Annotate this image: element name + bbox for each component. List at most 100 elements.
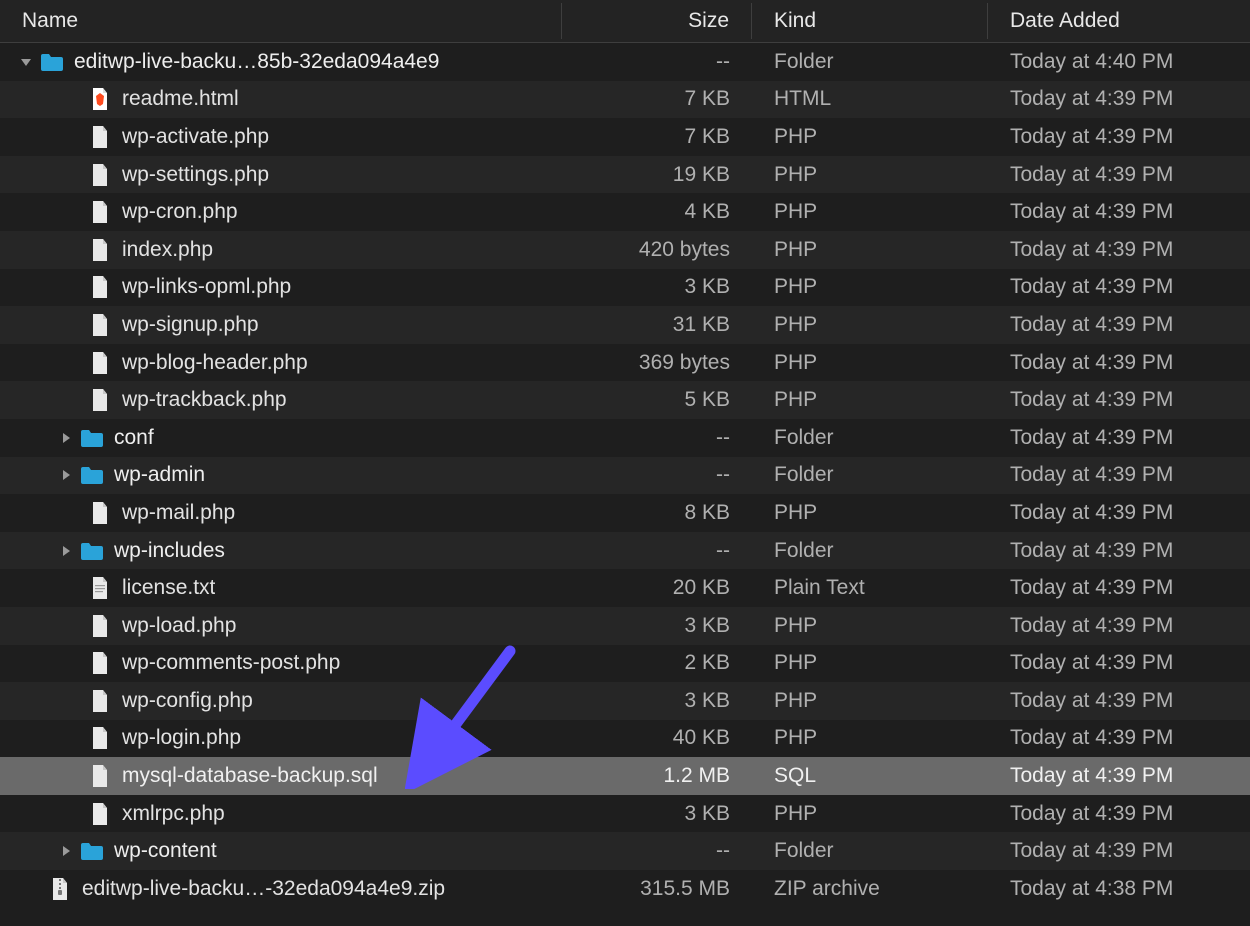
- file-kind: SQL: [752, 764, 988, 788]
- file-name: readme.html: [122, 87, 239, 111]
- file-name: wp-includes: [114, 539, 225, 563]
- column-header-row: Name Size Kind Date Added: [0, 0, 1250, 43]
- file-size: 31 KB: [562, 313, 752, 337]
- file-size: --: [562, 539, 752, 563]
- folder-icon: [80, 426, 104, 450]
- disclosure-open-icon[interactable]: [20, 56, 32, 68]
- file-size: 19 KB: [562, 163, 752, 187]
- file-icon: [88, 726, 112, 750]
- file-icon: [88, 802, 112, 826]
- table-row[interactable]: wp-login.php40 KBPHPToday at 4:39 PM: [0, 720, 1250, 758]
- column-header-name[interactable]: Name: [0, 3, 562, 39]
- folder-icon: [80, 839, 104, 863]
- table-row[interactable]: wp-cron.php4 KBPHPToday at 4:39 PM: [0, 193, 1250, 231]
- table-row[interactable]: index.php420 bytesPHPToday at 4:39 PM: [0, 231, 1250, 269]
- table-row[interactable]: wp-config.php3 KBPHPToday at 4:39 PM: [0, 682, 1250, 720]
- file-size: 2 KB: [562, 651, 752, 675]
- file-date: Today at 4:39 PM: [988, 726, 1250, 750]
- file-name: wp-config.php: [122, 689, 253, 713]
- file-icon: [88, 651, 112, 675]
- table-row[interactable]: mysql-database-backup.sql1.2 MBSQLToday …: [0, 757, 1250, 795]
- file-kind: PHP: [752, 689, 988, 713]
- file-kind: Plain Text: [752, 576, 988, 600]
- file-date: Today at 4:39 PM: [988, 238, 1250, 262]
- file-name: wp-settings.php: [122, 163, 269, 187]
- file-size: 7 KB: [562, 87, 752, 111]
- file-icon: [88, 163, 112, 187]
- file-icon: [88, 313, 112, 337]
- table-row[interactable]: wp-mail.php8 KBPHPToday at 4:39 PM: [0, 494, 1250, 532]
- file-name: editwp-live-backu…-32eda094a4e9.zip: [82, 877, 445, 901]
- file-date: Today at 4:39 PM: [988, 614, 1250, 638]
- file-date: Today at 4:39 PM: [988, 426, 1250, 450]
- table-row[interactable]: wp-settings.php19 KBPHPToday at 4:39 PM: [0, 156, 1250, 194]
- file-name: wp-mail.php: [122, 501, 235, 525]
- file-name: conf: [114, 426, 154, 450]
- column-header-date[interactable]: Date Added: [988, 3, 1250, 39]
- column-header-size[interactable]: Size: [562, 3, 752, 39]
- file-name: license.txt: [122, 576, 215, 600]
- file-date: Today at 4:39 PM: [988, 163, 1250, 187]
- file-date: Today at 4:39 PM: [988, 87, 1250, 111]
- file-size: 3 KB: [562, 614, 752, 638]
- file-name: mysql-database-backup.sql: [122, 764, 378, 788]
- file-kind: Folder: [752, 539, 988, 563]
- file-icon: [88, 764, 112, 788]
- file-date: Today at 4:38 PM: [988, 877, 1250, 901]
- table-row[interactable]: wp-admin--FolderToday at 4:39 PM: [0, 457, 1250, 495]
- folder-icon: [40, 50, 64, 74]
- table-row[interactable]: editwp-live-backu…-32eda094a4e9.zip315.5…: [0, 870, 1250, 908]
- table-row[interactable]: wp-comments-post.php2 KBPHPToday at 4:39…: [0, 645, 1250, 683]
- file-kind: PHP: [752, 238, 988, 262]
- table-row[interactable]: wp-activate.php7 KBPHPToday at 4:39 PM: [0, 118, 1250, 156]
- disclosure-closed-icon[interactable]: [60, 545, 72, 557]
- file-icon: [88, 388, 112, 412]
- table-row[interactable]: wp-signup.php31 KBPHPToday at 4:39 PM: [0, 306, 1250, 344]
- file-date: Today at 4:39 PM: [988, 463, 1250, 487]
- column-header-kind[interactable]: Kind: [752, 3, 988, 39]
- file-list: editwp-live-backu…85b-32eda094a4e9--Fold…: [0, 43, 1250, 908]
- table-row[interactable]: conf--FolderToday at 4:39 PM: [0, 419, 1250, 457]
- table-row[interactable]: license.txt20 KBPlain TextToday at 4:39 …: [0, 569, 1250, 607]
- disclosure-closed-icon[interactable]: [60, 469, 72, 481]
- table-row[interactable]: wp-load.php 3 KBPHPToday at 4:39 PM: [0, 607, 1250, 645]
- file-icon: [88, 614, 112, 638]
- file-kind: PHP: [752, 614, 988, 638]
- table-row[interactable]: wp-blog-header.php369 bytesPHPToday at 4…: [0, 344, 1250, 382]
- file-name: wp-blog-header.php: [122, 351, 308, 375]
- file-size: 1.2 MB: [562, 764, 752, 788]
- file-date: Today at 4:39 PM: [988, 351, 1250, 375]
- file-kind: PHP: [752, 351, 988, 375]
- file-kind: PHP: [752, 313, 988, 337]
- file-icon: [88, 200, 112, 224]
- file-size: 4 KB: [562, 200, 752, 224]
- file-size: --: [562, 426, 752, 450]
- file-name: wp-activate.php: [122, 125, 269, 149]
- file-name: editwp-live-backu…85b-32eda094a4e9: [74, 50, 439, 74]
- file-date: Today at 4:39 PM: [988, 275, 1250, 299]
- disclosure-closed-icon[interactable]: [60, 432, 72, 444]
- file-date: Today at 4:39 PM: [988, 839, 1250, 863]
- file-size: 40 KB: [562, 726, 752, 750]
- table-row[interactable]: xmlrpc.php3 KBPHPToday at 4:39 PM: [0, 795, 1250, 833]
- table-row[interactable]: wp-links-opml.php3 KBPHPToday at 4:39 PM: [0, 269, 1250, 307]
- file-name: wp-trackback.php: [122, 388, 287, 412]
- file-size: 8 KB: [562, 501, 752, 525]
- disclosure-closed-icon[interactable]: [60, 845, 72, 857]
- file-kind: Folder: [752, 839, 988, 863]
- zip-icon: [48, 877, 72, 901]
- table-row[interactable]: wp-trackback.php5 KBPHPToday at 4:39 PM: [0, 381, 1250, 419]
- file-kind: PHP: [752, 388, 988, 412]
- file-icon: [88, 689, 112, 713]
- file-name: wp-admin: [114, 463, 205, 487]
- file-icon: [88, 501, 112, 525]
- table-row[interactable]: readme.html7 KBHTMLToday at 4:39 PM: [0, 81, 1250, 119]
- file-name: wp-load.php: [122, 614, 236, 638]
- table-row[interactable]: editwp-live-backu…85b-32eda094a4e9--Fold…: [0, 43, 1250, 81]
- table-row[interactable]: wp-content--FolderToday at 4:39 PM: [0, 832, 1250, 870]
- file-size: 3 KB: [562, 275, 752, 299]
- file-name: wp-content: [114, 839, 217, 863]
- table-row[interactable]: wp-includes--FolderToday at 4:39 PM: [0, 532, 1250, 570]
- file-kind: PHP: [752, 802, 988, 826]
- file-name: xmlrpc.php: [122, 802, 225, 826]
